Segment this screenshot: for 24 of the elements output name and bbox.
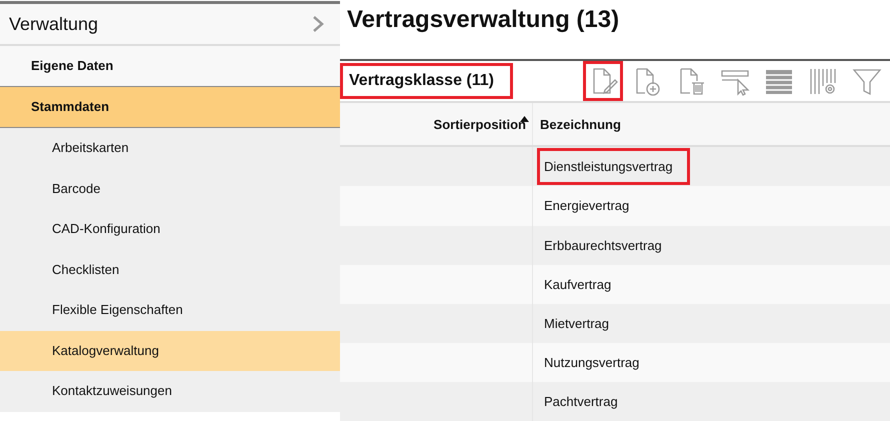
column-header[interactable]: Bezeichnung [533, 102, 621, 146]
submenu-item[interactable]: CAD-Konfiguration [0, 209, 340, 250]
chevron-right-icon[interactable] [312, 15, 324, 33]
submenu-item[interactable]: Katalogverwaltung [0, 330, 340, 371]
table-cell-text: Pachtvertrag [543, 392, 619, 411]
sidebar-header[interactable]: Verwaltung [0, 4, 340, 46]
page-title: Vertragsverwaltung (13) [346, 5, 620, 35]
table-cell: Dienstleistungsvertrag [537, 148, 690, 186]
sidebar-title: Verwaltung [9, 14, 98, 34]
submenu-item[interactable]: Kontaktzuweisungen [0, 371, 340, 412]
column-header[interactable]: Sortierposition [340, 102, 533, 146]
menu-item[interactable]: Stammdaten [0, 87, 340, 128]
submenu-item[interactable]: Flexible Eigenschaften [0, 290, 340, 330]
table-cell-text: Nutzungsvertrag [543, 354, 640, 372]
panel-title: Vertragsklasse (11) [340, 62, 513, 99]
table-cell-text: Mietvertrag [543, 314, 610, 333]
submenu-item[interactable]: Checklisten [0, 250, 340, 290]
table-cell-text: Energievertrag [543, 197, 630, 216]
table-cell-text: Kaufvertrag [543, 276, 612, 294]
table-cell-text: Erbbaurechtsvertrag [543, 236, 663, 255]
toolbar-button[interactable] [583, 60, 623, 101]
submenu-item[interactable]: Barcode [0, 168, 340, 209]
menu-item[interactable]: Eigene Daten [0, 46, 340, 87]
submenu-item[interactable]: Arbeitskarten [0, 128, 340, 168]
